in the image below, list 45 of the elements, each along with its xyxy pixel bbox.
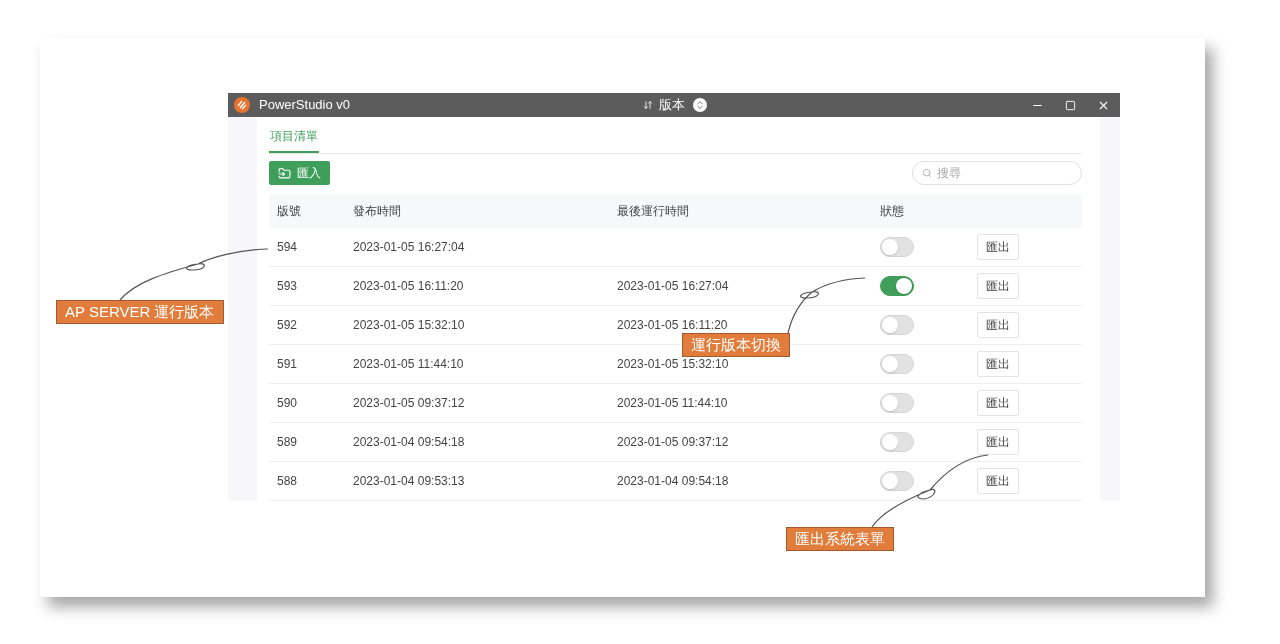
app-logo-icon [234,97,250,113]
version-cell: 589 [277,435,298,449]
callout-label: AP SERVER 運行版本 [56,300,224,324]
last-run-time-cell: 2023-01-05 16:27:04 [617,279,729,293]
export-button[interactable]: 匯出 [977,390,1019,416]
maximize-icon[interactable] [1065,99,1076,111]
published-time-cell: 2023-01-05 16:27:04 [353,240,465,254]
published-time-cell: 2023-01-05 11:44:10 [353,357,464,371]
column-header: 最後運行時間 [617,204,689,218]
column-header: 狀態 [880,204,904,218]
tab[interactable]: 項目清單 [269,127,319,153]
version-cell: 593 [277,279,298,293]
window-title: PowerStudio v0 [259,96,352,115]
last-run-time-cell: 2023-01-05 15:32:10 [617,357,729,371]
version-cell: 591 [277,357,298,371]
published-time-cell: 2023-01-05 09:37:12 [353,396,465,410]
column-header: 發布時間 [353,204,401,218]
published-time-cell: 2023-01-04 09:53:13 [353,474,465,488]
published-time-cell: 2023-01-05 16:11:20 [353,279,464,293]
version-cell: 592 [277,318,298,332]
export-button[interactable]: 匯出 [977,312,1019,338]
folder-icon [278,166,291,180]
sort-icon [643,100,653,110]
column-header: 版號 [277,204,301,218]
version-cell: 594 [277,240,298,254]
callout-label: 匯出系統表單 [786,527,894,551]
version-cell: 588 [277,474,298,488]
export-button[interactable]: 匯出 [977,273,1019,299]
version-cell: 590 [277,396,298,410]
published-time-cell: 2023-01-04 09:54:18 [353,435,465,449]
last-run-time-cell: 2023-01-04 09:54:18 [617,474,729,488]
export-button[interactable]: 匯出 [977,234,1019,260]
view-selector[interactable]: 版本 [659,95,685,115]
export-button[interactable]: 匯出 [977,351,1019,377]
toggle-switch[interactable] [880,276,914,296]
published-time-cell: 2023-01-05 15:32:10 [353,318,465,332]
last-run-time-cell: 2023-01-05 09:37:12 [617,435,729,449]
last-run-time-cell: 2023-01-05 11:44:10 [617,396,728,410]
callout-label: 運行版本切換 [682,333,790,357]
last-run-time-cell: 2023-01-05 16:11:20 [617,318,728,332]
search-field[interactable]: 搜尋 [912,161,1082,185]
export-button[interactable]: 匯出 [977,429,1019,455]
search-icon [922,168,932,178]
chevrons-icon[interactable] [693,98,707,112]
export-button[interactable]: 匯出 [977,468,1019,494]
